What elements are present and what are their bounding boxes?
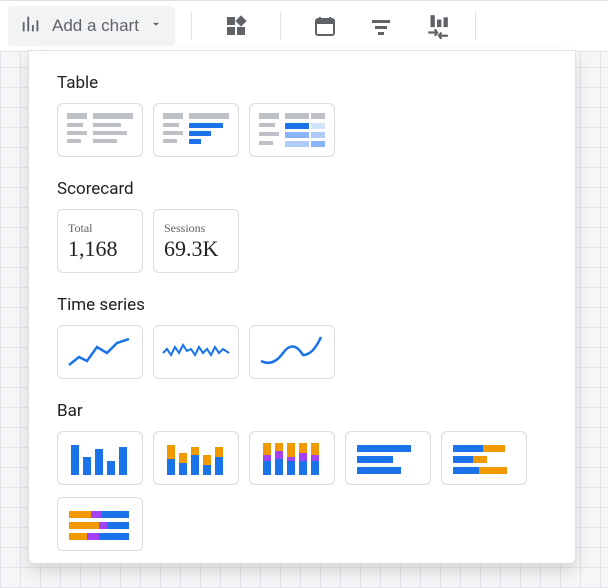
bar-chart-icon (20, 13, 42, 40)
chart-bar-100-stacked[interactable] (249, 431, 335, 485)
chart-bar-horizontal-stacked[interactable] (441, 431, 527, 485)
community-visualizations-icon[interactable] (214, 6, 258, 46)
chart-table-heatmap[interactable] (249, 103, 335, 157)
chart-scorecard-compact[interactable]: Sessions 69.3K (153, 209, 239, 273)
section-label-table: Table (57, 73, 547, 93)
filter-control-icon[interactable] (359, 6, 403, 46)
section-table: Table (57, 73, 547, 157)
chart-bar-horizontal-100-stacked[interactable] (57, 497, 143, 551)
separator (475, 12, 476, 40)
scorecard-label: Sessions (164, 221, 205, 236)
chart-timeseries-sparkline[interactable] (153, 325, 239, 379)
chart-table-bars[interactable] (153, 103, 239, 157)
chart-timeseries-line[interactable] (57, 325, 143, 379)
chart-bar-vertical[interactable] (57, 431, 143, 485)
section-label-scorecard: Scorecard (57, 179, 547, 199)
separator (191, 12, 192, 40)
separator (280, 12, 281, 40)
scorecard-value: 69.3K (164, 236, 218, 262)
chart-timeseries-smooth[interactable] (249, 325, 335, 379)
section-scorecard: Scorecard Total 1,168 Sessions 69.3K (57, 179, 547, 273)
chart-table-plain[interactable] (57, 103, 143, 157)
scorecard-value: 1,168 (68, 236, 118, 262)
section-bar: Bar (57, 401, 547, 551)
scorecard-label: Total (68, 221, 93, 236)
chart-scorecard-total[interactable]: Total 1,168 (57, 209, 143, 273)
date-range-icon[interactable] (303, 6, 347, 46)
data-control-icon[interactable] (415, 6, 459, 46)
chevron-down-icon (149, 16, 163, 36)
section-timeseries: Time series (57, 295, 547, 379)
chart-bar-stacked[interactable] (153, 431, 239, 485)
chart-bar-horizontal[interactable] (345, 431, 431, 485)
add-chart-label: Add a chart (52, 16, 139, 36)
chart-type-dropdown: Table (28, 50, 576, 564)
add-chart-button[interactable]: Add a chart (8, 6, 175, 46)
section-label-timeseries: Time series (57, 295, 547, 315)
section-label-bar: Bar (57, 401, 547, 421)
toolbar: Add a chart (0, 0, 608, 52)
